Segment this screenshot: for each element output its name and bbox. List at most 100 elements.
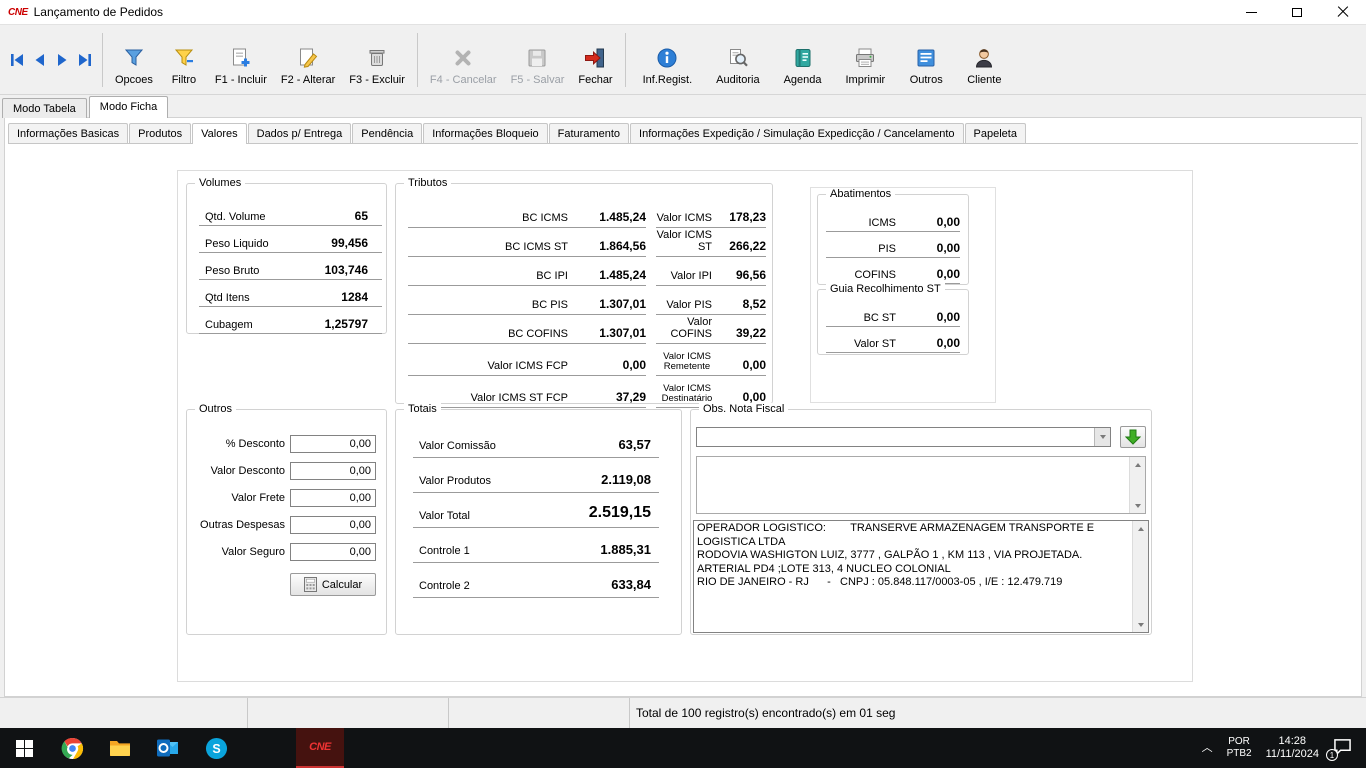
obs-insert-button[interactable] [1120, 426, 1146, 448]
maximize-icon [1292, 8, 1302, 17]
skype-icon: S [205, 737, 228, 760]
tributos-row-icms-fcp: Valor ICMS FCP0,00 Valor ICMS Remetente0… [408, 345, 766, 376]
tributos-row-icms: BC ICMS1.485,24 Valor ICMS178,23 [408, 200, 766, 228]
obs-combobox[interactable] [696, 427, 1111, 447]
client-button[interactable]: Cliente [960, 28, 1008, 92]
keyboard-language-button[interactable]: POR PTB2 [1227, 736, 1252, 760]
tab-informacoes-bloqueio[interactable]: Informações Bloqueio [423, 123, 547, 143]
toolbar-separator [417, 33, 418, 87]
tab-modo-ficha[interactable]: Modo Ficha [89, 96, 168, 118]
total-row-valor-total: Valor Total2.519,15 [413, 494, 659, 528]
action-center-button[interactable]: 1 [1333, 738, 1352, 758]
notification-count-badge: 1 [1326, 749, 1338, 761]
close-window-button[interactable]: Fechar [571, 28, 619, 92]
volume-row-qtd-itens: Qtd Itens1284 [199, 281, 382, 307]
memo-scrollbar[interactable] [1129, 457, 1145, 513]
tab-expedicao[interactable]: Informações Expedição / Simulação Expedi… [630, 123, 964, 143]
outros-groupbox: Outros % Desconto Valor Desconto Valor F… [186, 409, 387, 635]
total-row-comissao: Valor Comissão63,57 [413, 424, 659, 458]
agenda-icon [791, 46, 815, 70]
edit-button[interactable]: F2 - Alterar [274, 28, 342, 92]
delete-button[interactable]: F3 - Excluir [342, 28, 412, 92]
tab-valores[interactable]: Valores [192, 123, 246, 144]
first-record-icon [10, 53, 26, 67]
abatimento-row-icms: ICMS0,00 [826, 207, 960, 232]
start-button[interactable] [0, 728, 48, 768]
totais-groupbox: Totais Valor Comissão63,57 Valor Produto… [395, 409, 682, 635]
taskbar-chrome-button[interactable] [48, 728, 96, 768]
taskbar-explorer-button[interactable] [96, 728, 144, 768]
tab-dados-entrega[interactable]: Dados p/ Entrega [248, 123, 352, 143]
arrow-up-icon [1135, 463, 1141, 467]
obs-memo-textarea[interactable] [696, 456, 1146, 514]
taskbar-outlook-button[interactable] [144, 728, 192, 768]
statusbar: Total de 100 registro(s) encontrado(s) e… [0, 697, 1366, 728]
svg-text:S: S [212, 741, 220, 755]
outlook-icon [156, 736, 180, 760]
chevron-down-icon [1100, 435, 1106, 439]
calcular-button[interactable]: Calcular [290, 573, 376, 596]
valor-desconto-input[interactable] [290, 462, 376, 480]
volumes-title: Volumes [195, 177, 245, 189]
agenda-button[interactable]: Agenda [777, 28, 829, 92]
guia-row-valor-st: Valor ST0,00 [826, 328, 960, 353]
print-button[interactable]: Imprimir [839, 28, 893, 92]
valores-panel: Volumes Qtd. Volume65 Peso Liquido99,456… [177, 170, 1193, 682]
obs-nota-fiscal-groupbox: Obs. Nota Fiscal OPERADOR LO [690, 409, 1152, 635]
maximize-button[interactable] [1274, 0, 1320, 24]
taskbar-skype-button[interactable]: S [192, 728, 240, 768]
scroll-down-button[interactable] [1130, 498, 1145, 513]
tray-expand-chevron[interactable]: ︿ [1202, 739, 1213, 755]
delete-icon [365, 46, 389, 70]
taskbar-cne-app-button[interactable]: CNE [296, 728, 344, 768]
taskbar: S CNE ︿ POR PTB2 14:28 11/11/2024 1 [0, 728, 1366, 768]
green-down-arrow-icon [1125, 429, 1141, 445]
info-icon [655, 46, 679, 70]
perc-desconto-input[interactable] [290, 435, 376, 453]
previous-record-button[interactable] [30, 51, 49, 70]
statusbar-panel-3 [449, 698, 630, 728]
close-icon [1337, 6, 1349, 18]
outras-despesas-input[interactable] [290, 516, 376, 534]
total-row-controle-1: Controle 11.885,31 [413, 529, 659, 563]
first-record-button[interactable] [8, 51, 27, 70]
valor-seguro-input[interactable] [290, 543, 376, 561]
filter-icon [172, 46, 196, 70]
clock-button[interactable]: 14:28 11/11/2024 [1266, 735, 1319, 761]
tab-produtos[interactable]: Produtos [129, 123, 191, 143]
calculator-icon [304, 577, 317, 592]
volumes-groupbox: Volumes Qtd. Volume65 Peso Liquido99,456… [186, 183, 387, 334]
tab-modo-tabela[interactable]: Modo Tabela [2, 98, 87, 118]
tributos-row-cofins: BC COFINS1.307,01 Valor COFINS39,22 [408, 316, 766, 344]
audit-icon [726, 46, 750, 70]
filter-button[interactable]: Filtro [160, 28, 208, 92]
others-button[interactable]: Outros [902, 28, 950, 92]
close-button[interactable] [1320, 0, 1366, 24]
tab-papeleta[interactable]: Papeleta [965, 123, 1026, 143]
chrome-icon [61, 737, 84, 760]
next-record-button[interactable] [52, 51, 71, 70]
titlebar: CNE Lançamento de Pedidos [0, 0, 1366, 24]
tab-faturamento[interactable]: Faturamento [549, 123, 629, 143]
insert-button[interactable]: F1 - Incluir [208, 28, 274, 92]
save-button: F5 - Salvar [504, 28, 572, 92]
scroll-down-button[interactable] [1133, 617, 1148, 632]
valor-frete-input[interactable] [290, 489, 376, 507]
mode-tabs: Modo Tabela Modo Ficha [2, 95, 170, 118]
field-perc-desconto: % Desconto [187, 430, 386, 457]
tab-informacoes-basicas[interactable]: Informações Basicas [8, 123, 128, 143]
record-info-button[interactable]: Inf.Regist. [636, 28, 700, 92]
options-button[interactable]: Opcoes [108, 28, 160, 92]
last-record-button[interactable] [74, 51, 93, 70]
note-scrollbar[interactable] [1132, 521, 1148, 632]
previous-record-icon [34, 53, 46, 67]
scroll-up-button[interactable] [1130, 457, 1145, 472]
combobox-dropdown-button[interactable] [1094, 428, 1110, 446]
minimize-button[interactable] [1228, 0, 1274, 24]
scroll-up-button[interactable] [1133, 521, 1148, 536]
guia-st-groupbox: Guia Recolhimento ST BC ST0,00 Valor ST0… [817, 289, 969, 355]
operator-note-textarea[interactable]: OPERADOR LOGISTICO: TRANSERVE ARMAZENAGE… [693, 520, 1149, 633]
minimize-icon [1246, 12, 1257, 13]
tab-pendencia[interactable]: Pendência [352, 123, 422, 143]
audit-button[interactable]: Auditoria [709, 28, 766, 92]
